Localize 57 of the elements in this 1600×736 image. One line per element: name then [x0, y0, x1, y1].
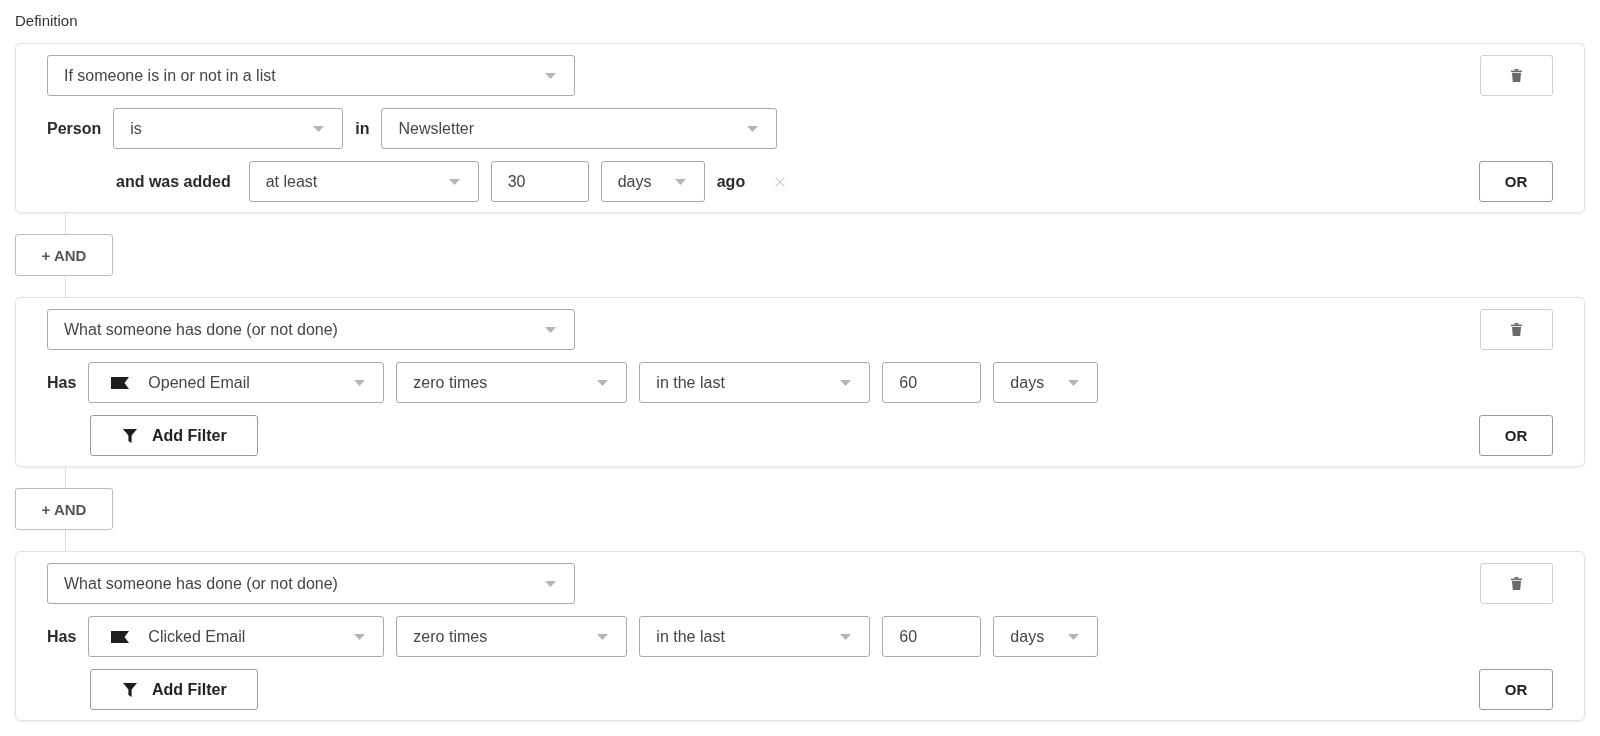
caret-icon	[354, 633, 366, 640]
delete-button[interactable]	[1480, 563, 1553, 604]
funnel-icon	[123, 428, 137, 443]
flag-icon	[111, 376, 130, 389]
and-button[interactable]: + AND	[15, 234, 113, 276]
event-dropdown[interactable]: Clicked Email	[88, 616, 385, 657]
delete-button[interactable]	[1480, 55, 1553, 96]
caret-icon	[313, 125, 325, 132]
caret-icon	[597, 633, 609, 640]
field-label: and was added	[116, 172, 231, 191]
or-button[interactable]: OR	[1479, 415, 1553, 456]
field-label: in	[355, 119, 370, 138]
unit-dropdown[interactable]: days	[600, 161, 705, 202]
trash-icon	[1511, 69, 1522, 82]
number-field[interactable]: 60	[882, 362, 982, 403]
caret-icon	[1068, 379, 1080, 386]
add-filter-button[interactable]: Add Filter	[90, 415, 258, 456]
frequency-dropdown[interactable]: zero times	[396, 616, 628, 657]
caret-icon	[674, 178, 686, 185]
relation-dropdown[interactable]: is	[113, 108, 344, 149]
list-dropdown[interactable]: Newsletter	[381, 108, 778, 149]
funnel-icon	[123, 682, 137, 697]
condition-type-dropdown[interactable]: What someone has done (or not done)	[47, 309, 575, 350]
condition-type-dropdown[interactable]: If someone is in or not in a list	[47, 55, 575, 96]
period-dropdown[interactable]: in the last	[639, 616, 871, 657]
field-label: ago	[716, 172, 746, 191]
caret-icon	[448, 178, 460, 185]
period-dropdown[interactable]: in the last	[639, 362, 871, 403]
field-label: Person	[47, 119, 102, 138]
delete-button[interactable]	[1480, 309, 1553, 350]
unit-dropdown[interactable]: days	[993, 616, 1099, 657]
event-dropdown[interactable]: Opened Email	[88, 362, 385, 403]
comparator-dropdown[interactable]: at least	[248, 161, 479, 202]
caret-icon	[354, 379, 366, 386]
unit-dropdown[interactable]: days	[993, 362, 1099, 403]
field-label: Has	[47, 627, 77, 646]
trash-icon	[1511, 577, 1522, 590]
or-button[interactable]: OR	[1479, 161, 1553, 202]
caret-icon	[1068, 633, 1080, 640]
caret-icon	[747, 125, 759, 132]
trash-icon	[1511, 323, 1522, 336]
number-field[interactable]: 60	[882, 616, 982, 657]
caret-icon	[545, 326, 556, 333]
caret-icon	[597, 379, 609, 386]
add-filter-button[interactable]: Add Filter	[90, 669, 258, 710]
flag-icon	[111, 630, 130, 643]
condition-type-dropdown[interactable]: What someone has done (or not done)	[47, 563, 575, 604]
and-button[interactable]: + AND	[15, 488, 113, 530]
or-button[interactable]: OR	[1479, 669, 1553, 710]
caret-icon	[840, 379, 852, 386]
caret-icon	[840, 633, 852, 640]
caret-icon	[545, 580, 556, 587]
number-field[interactable]: 30	[490, 161, 589, 202]
field-label: Has	[47, 373, 77, 392]
frequency-dropdown[interactable]: zero times	[396, 362, 628, 403]
section-heading: Definition	[15, 12, 78, 30]
caret-icon	[545, 72, 556, 79]
